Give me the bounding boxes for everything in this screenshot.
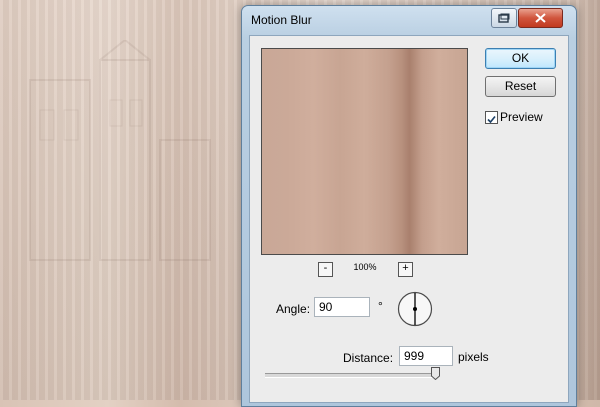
zoom-level: 100% [353, 262, 377, 272]
dialog-title: Motion Blur [251, 13, 312, 27]
angle-dial[interactable] [397, 291, 433, 327]
background-building-image [29, 40, 211, 261]
preview-checkbox-label[interactable]: Preview [500, 110, 543, 124]
motion-blur-dialog: Motion Blur - 100% + Angle: ° Distance: [241, 5, 577, 407]
angle-input[interactable] [314, 297, 370, 317]
angle-unit: ° [378, 299, 383, 313]
dialog-content: - 100% + Angle: ° Distance: pixels OK Re… [249, 35, 569, 403]
close-icon [535, 13, 546, 23]
preview-image[interactable] [261, 48, 468, 255]
restore-icon [498, 13, 510, 23]
close-button[interactable] [518, 8, 563, 28]
distance-slider-thumb[interactable] [431, 367, 440, 380]
ok-button[interactable]: OK [485, 48, 556, 69]
distance-input[interactable] [399, 346, 453, 366]
reset-button[interactable]: Reset [485, 76, 556, 97]
angle-label: Angle: [276, 302, 311, 316]
distance-label: Distance: [343, 351, 394, 365]
preview-checkbox[interactable] [485, 111, 498, 124]
distance-unit: pixels [458, 350, 489, 364]
restore-button[interactable] [491, 8, 517, 28]
zoom-out-button[interactable]: - [318, 262, 333, 277]
distance-slider-track[interactable] [265, 373, 437, 378]
checkmark-icon [487, 115, 496, 124]
zoom-in-button[interactable]: + [398, 262, 413, 277]
title-bar[interactable]: Motion Blur [242, 6, 576, 34]
